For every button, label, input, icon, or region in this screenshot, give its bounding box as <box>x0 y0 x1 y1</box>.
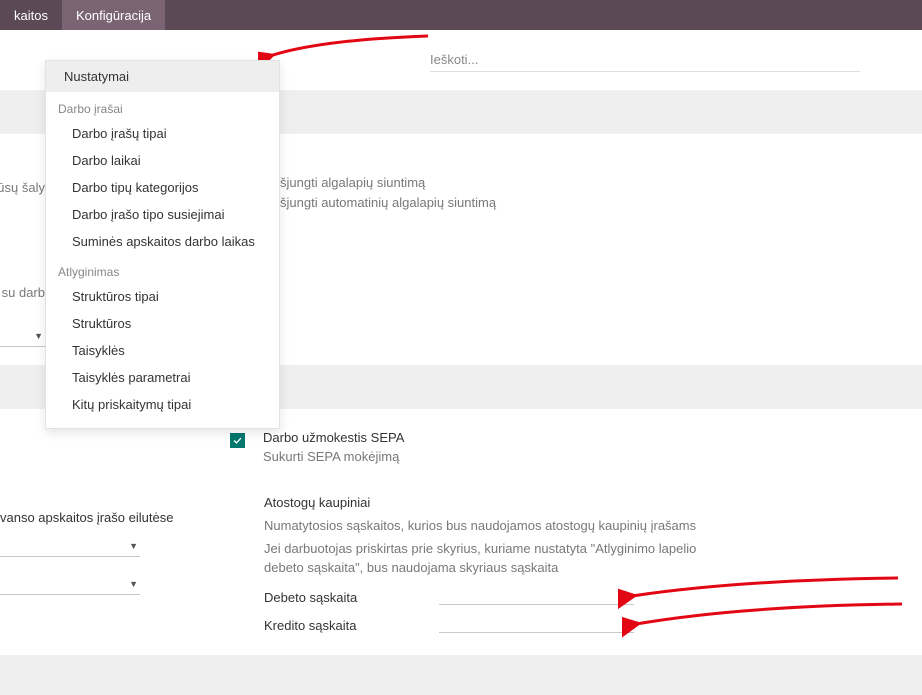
section-band-bottom <box>0 655 922 695</box>
chevron-down-icon: ▼ <box>129 541 138 551</box>
chevron-down-icon: ▼ <box>129 579 138 589</box>
fragment-avanso: vanso apskaitos įrašo eilutėse <box>0 510 173 525</box>
page-body: ūsų šaly su darb ▼ šjungti algalapių siu… <box>0 30 922 695</box>
chevron-down-icon: ▼ <box>34 331 43 341</box>
fragment-right-1: šjungti algalapių siuntimą <box>280 175 425 190</box>
credit-label: Kredito sąskaita <box>264 618 439 633</box>
menu-sumines-apskaitos[interactable]: Suminės apskaitos darbo laikas <box>46 228 279 255</box>
fragment-left-2: su darb <box>0 285 45 300</box>
search-input[interactable] <box>430 48 860 72</box>
chevron-down-icon: ▼ <box>623 619 632 629</box>
menu-darbo-tipu-kategorijos[interactable]: Darbo tipų kategorijos <box>46 174 279 201</box>
small-dropdown-3[interactable]: ▼ <box>0 573 140 595</box>
vacation-desc-1: Numatytosios sąskaitos, kurios bus naudo… <box>264 516 704 535</box>
credit-row: Kredito sąskaita ▼ <box>264 613 704 633</box>
menu-strukturos-tipai[interactable]: Struktūros tipai <box>46 283 279 310</box>
menu-nustatymai[interactable]: Nustatymai <box>46 61 279 92</box>
fragment-right-2: šjungti automatinių algalapių siuntimą <box>280 195 496 210</box>
top-nav: kaitos Konfigūracija <box>0 0 922 30</box>
debit-dropdown[interactable]: ▼ <box>439 585 634 605</box>
menu-darbo-iraso-tipo-susiejimai[interactable]: Darbo įrašo tipo susiejimai <box>46 201 279 228</box>
fragment-left-1: ūsų šaly <box>0 180 45 195</box>
credit-dropdown[interactable]: ▼ <box>439 613 634 633</box>
vacation-block: Atostogų kaupiniai Numatytosios sąskaito… <box>264 495 704 633</box>
menu-taisykles[interactable]: Taisyklės <box>46 337 279 364</box>
check-icon <box>232 435 243 446</box>
config-dropdown: Nustatymai Darbo įrašai Darbo įrašų tipa… <box>45 60 280 429</box>
tab-konfiguracija[interactable]: Konfigūracija <box>62 0 165 30</box>
menu-strukturos[interactable]: Struktūros <box>46 310 279 337</box>
menu-section-atlyginimas: Atlyginimas <box>46 255 279 283</box>
search-box <box>430 48 860 72</box>
sepa-subtitle: Sukurti SEPA mokėjimą <box>263 449 404 464</box>
sepa-text: Darbo užmokestis SEPA Sukurti SEPA mokėj… <box>263 430 404 464</box>
vacation-desc-2: Jei darbuotojas priskirtas prie skyrius,… <box>264 539 704 577</box>
menu-darbo-irasu-tipai[interactable]: Darbo įrašų tipai <box>46 120 279 147</box>
tab-kaitos[interactable]: kaitos <box>0 0 62 30</box>
small-dropdown-2[interactable]: ▼ <box>0 535 140 557</box>
menu-darbo-laikai[interactable]: Darbo laikai <box>46 147 279 174</box>
small-dropdown-1[interactable]: ▼ <box>0 325 45 347</box>
debit-label: Debeto sąskaita <box>264 590 439 605</box>
chevron-down-icon: ▼ <box>623 591 632 601</box>
sepa-title: Darbo užmokestis SEPA <box>263 430 404 445</box>
debit-row: Debeto sąskaita ▼ <box>264 585 704 605</box>
sepa-checkbox[interactable] <box>230 433 245 448</box>
menu-kitu-priskaitymu-tipai[interactable]: Kitų priskaitymų tipai <box>46 391 279 418</box>
menu-section-darbo: Darbo įrašai <box>46 92 279 120</box>
vacation-title: Atostogų kaupiniai <box>264 495 704 510</box>
sepa-block: Darbo užmokestis SEPA Sukurti SEPA mokėj… <box>230 430 890 464</box>
menu-taisykles-parametrai[interactable]: Taisyklės parametrai <box>46 364 279 391</box>
